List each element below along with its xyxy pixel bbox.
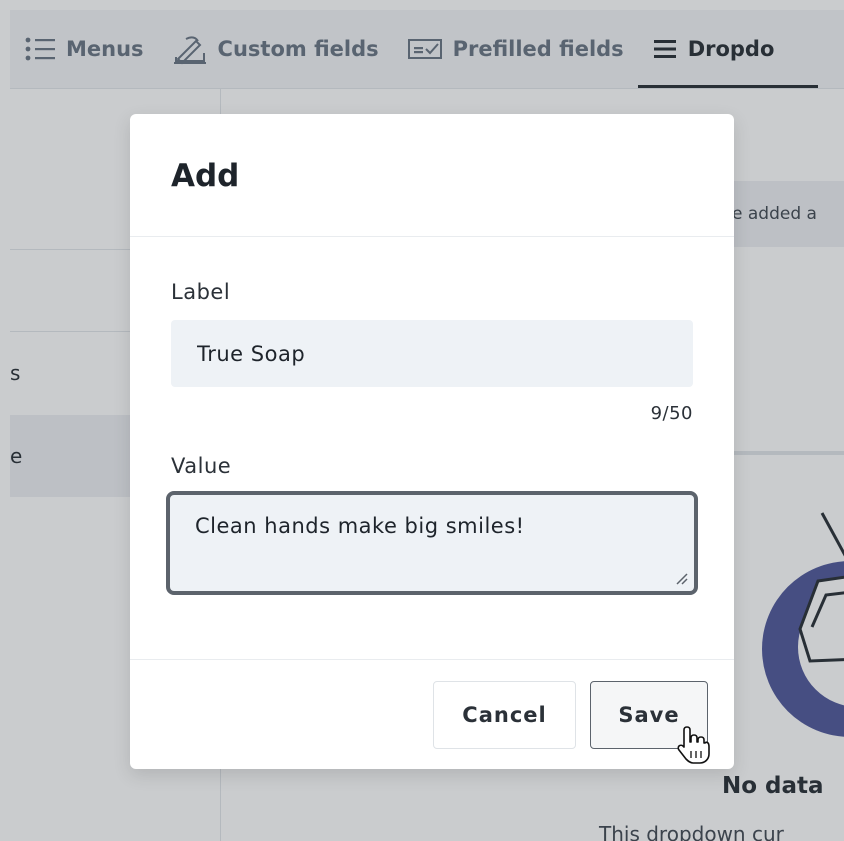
dialog-title: Add [171,158,240,194]
label-field-label: Label [171,280,231,304]
value-field-label: Value [171,454,232,478]
dialog-header: Add [130,114,734,237]
value-textarea-container: Clean hands make big smiles! [166,491,698,595]
value-textarea[interactable]: Clean hands make big smiles! [170,495,694,591]
cancel-button[interactable]: Cancel [433,681,576,749]
label-char-count: 9/50 [650,403,693,424]
resize-handle-icon[interactable] [674,571,688,585]
label-input[interactable] [171,320,693,387]
dialog-footer: Cancel Save [130,659,734,769]
save-button[interactable]: Save [590,681,708,749]
add-dialog: Add Label 9/50 Value Clean hands make bi… [130,114,734,769]
